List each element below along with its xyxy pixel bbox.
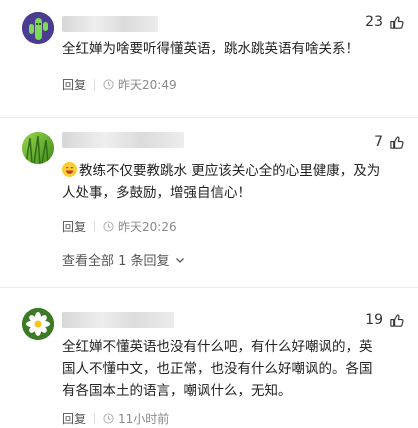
grinning-face-emoji [62,162,77,177]
comment-text: 全红婵不懂英语也没有什么吧，有什么好嘲讽的，英 [62,339,373,355]
like-button[interactable]: 7 [374,134,404,150]
comment-item: 19 全红婵不懂英语也没有什么吧，有什么好嘲讽的，英 国人不懂中文，也正常，也没… [0,288,418,428]
comment-text: 全红婵为啥要听得懂英语，跳水跳英语有啥关系！ [62,41,359,57]
avatar[interactable] [22,132,54,164]
comment-text-line-1: 教练不仅要教跳水 更应该关心全的心里健康，及为 [62,160,392,182]
thumbs-up-icon [390,15,404,29]
cactus-avatar-icon [22,12,54,44]
reply-button[interactable]: 回复 [62,410,86,427]
like-count: 19 [365,312,383,328]
comment-item: 7 教练不仅要教跳水 更应该关心全的心里健康，及为 人处事，多鼓励，增强自信心！… [0,118,418,283]
timestamp: 昨天20:49 [118,78,177,92]
like-count: 7 [374,134,383,150]
view-all-replies-button[interactable]: 查看全部 1 条回复 [62,250,186,269]
thumbs-up-icon [390,135,404,149]
comment-text-line-2: 人处事，多鼓励，增强自信心！ [62,185,251,201]
comment-text: 国人不懂中文，也正常，也没有什么好嘲讽的。各国 [62,361,373,377]
comment-meta: 回复 昨天20:49 [62,76,177,93]
separator [94,79,96,90]
like-button[interactable]: 23 [365,14,404,30]
comment-meta: 回复 昨天20:26 [62,218,177,235]
reply-button[interactable]: 回复 [62,76,86,93]
flower-avatar-icon [22,308,54,340]
clock-icon [103,413,114,424]
grass-avatar-icon [22,132,54,164]
username-blurred[interactable] [62,132,184,148]
reply-button[interactable]: 回复 [62,218,86,235]
view-all-replies-label: 查看全部 1 条回复 [62,254,170,269]
chevron-down-icon [175,257,184,263]
comment-text: 教练不仅要教跳水 更应该关心全的心里健康，及为 [79,163,381,179]
clock-icon [103,221,114,232]
timestamp: 11小时前 [118,412,170,426]
separator [94,413,96,424]
thumbs-up-icon [390,313,404,327]
avatar[interactable] [22,308,54,340]
like-button[interactable]: 19 [365,312,404,328]
timestamp: 昨天20:26 [118,220,177,234]
comment-item: 23 全红婵为啥要听得懂英语，跳水跳英语有啥关系！ 回复 昨天20:49 [0,0,418,118]
avatar[interactable] [22,12,54,44]
like-count: 23 [365,14,383,30]
clock-icon [103,79,114,90]
comment-meta: 回复 11小时前 [62,410,169,427]
separator [94,221,96,232]
username-blurred[interactable] [62,312,174,328]
username-blurred[interactable] [62,16,158,32]
comment-text: 有各国本土的语言，嘲讽什么，无知。 [62,383,292,399]
